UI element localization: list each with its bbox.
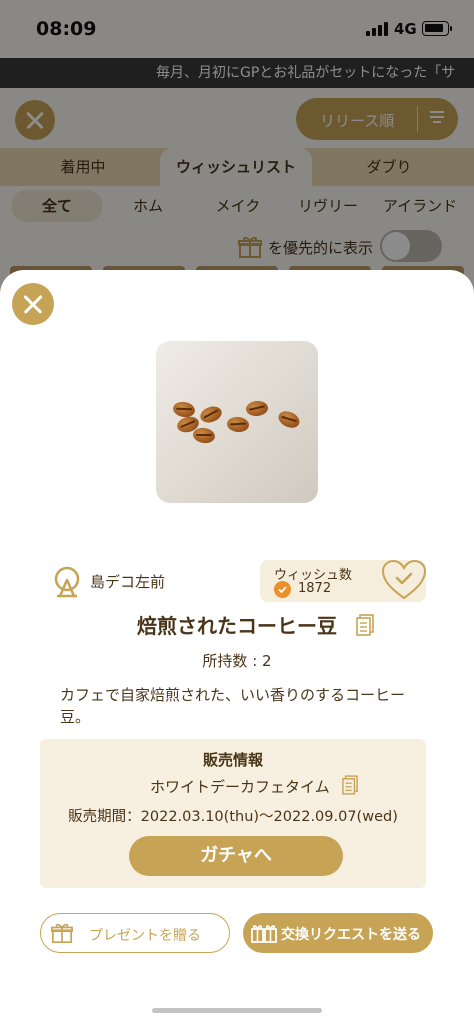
item-detail-sheet: 島デコ左前 ウィッシュ数 1872 焙煎されたコーヒー豆 所持数 : 2 カフェ…: [0, 270, 474, 1024]
sale-period: 販売期間：2022.03.10(thu)〜2022.09.07(wed): [68, 809, 398, 825]
sale-event-name: ホワイトデーカフェタイム: [150, 778, 330, 796]
document-icon[interactable]: [342, 775, 358, 795]
sale-info-panel: 販売情報 ホワイトデーカフェタイム 販売期間：2022.03.10(thu)〜2…: [40, 739, 426, 888]
gacha-button[interactable]: ガチャへ: [129, 836, 343, 876]
exchange-icon: [251, 925, 277, 943]
wish-count-value: 1872: [298, 581, 332, 596]
gift-icon: [51, 923, 73, 943]
exchange-label: 交換リクエストを送る: [281, 927, 421, 943]
close-icon[interactable]: [12, 283, 54, 325]
item-image: [156, 341, 318, 503]
send-present-button[interactable]: プレゼントを贈る: [40, 913, 230, 953]
item-title: 焙煎されたコーヒー豆: [0, 610, 474, 639]
exchange-request-button[interactable]: 交換リクエストを送る: [243, 913, 433, 953]
item-name: 焙煎されたコーヒー豆: [137, 614, 337, 638]
stand-icon: [54, 566, 80, 598]
wishlist-heart-button[interactable]: [380, 558, 428, 602]
owned-count: 所持数 : 2: [202, 652, 272, 670]
category-label: 島デコ左前: [90, 573, 166, 591]
item-description: カフェで自家焙煎された、いい香りのするコーヒー豆。: [60, 686, 406, 726]
present-label: プレゼントを贈る: [89, 928, 201, 944]
document-icon[interactable]: [356, 614, 374, 636]
heart-check-icon: [274, 581, 291, 598]
home-indicator[interactable]: [152, 1008, 322, 1013]
sale-heading: 販売情報: [202, 751, 263, 769]
